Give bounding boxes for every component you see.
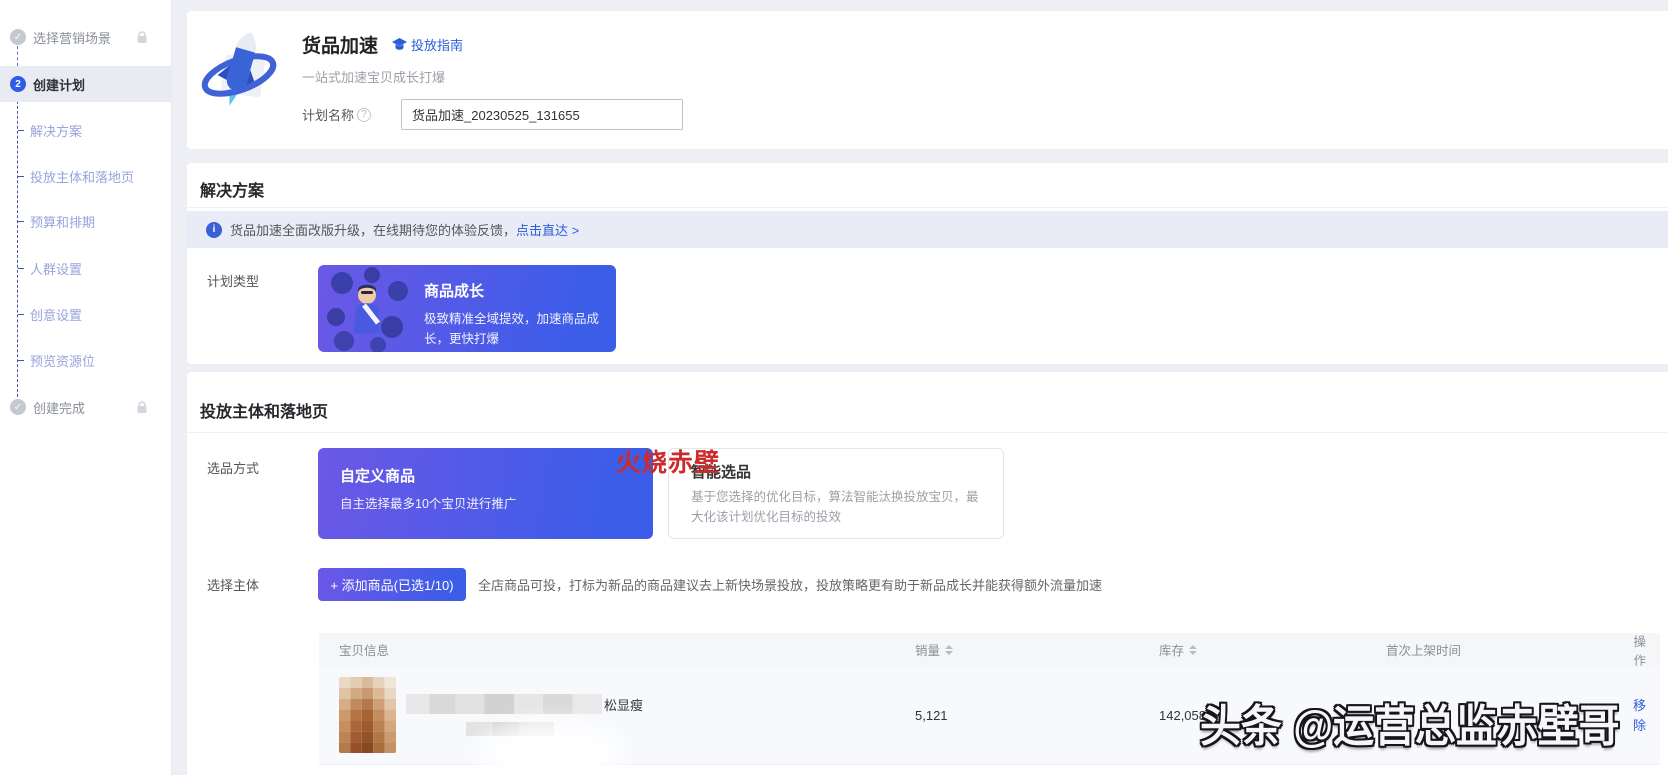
sidebar-step-select-scene: ✓ 选择营销场景 — [0, 22, 172, 52]
column-header-stock: 库存 — [1159, 640, 1386, 659]
custom-card-desc: 自主选择最多10个宝贝进行推广 — [340, 497, 517, 511]
sidebar-step-create-done: ✓ 创建完成 — [0, 392, 172, 422]
watermark-bottom: 头条 @运营总监赤壁哥 — [1200, 702, 1620, 751]
sidebar-substep-solution[interactable]: 解决方案 — [0, 120, 172, 140]
main-content: 货品加速 投放指南 一站式加速宝贝成长打爆 计划名称 ? 解决方案 i — [176, 0, 1668, 775]
sidebar-substep-creative[interactable]: 创意设置 — [0, 304, 172, 324]
product-title-visible: 松显瘦 — [604, 697, 644, 713]
solution-card: 解决方案 i 货品加速全面改版升级，在线期待您的体验反馈， 点击直达 > 计划类… — [187, 163, 1668, 364]
upgrade-notice-bar: i 货品加速全面改版升级，在线期待您的体验反馈， 点击直达 > — [187, 211, 1668, 248]
pick-method-label: 选品方式 — [207, 461, 260, 476]
check-icon: ✓ — [10, 29, 26, 45]
sort-icon[interactable] — [945, 644, 954, 655]
notice-text: 货品加速全面改版升级，在线期待您的体验反馈， — [230, 223, 517, 238]
graduation-cap-icon — [392, 38, 408, 50]
stock-value: 142,058 — [1159, 707, 1206, 723]
lock-icon — [137, 30, 147, 43]
pick-method-card-custom[interactable]: 自定义商品 自主选择最多10个宝贝进行推广 — [318, 448, 653, 539]
page-subtitle: 一站式加速宝贝成长打爆 — [302, 70, 446, 85]
section-title-placement: 投放主体和落地页 — [200, 404, 329, 421]
section-title-solution: 解决方案 — [200, 183, 265, 200]
steps-sidebar: ✓ 选择营销场景 2 创建计划 解决方案 投放主体和落地页 预算和排期 人群设置… — [0, 0, 172, 775]
step-number-icon: 2 — [10, 76, 26, 92]
product-thumbnail — [339, 677, 396, 753]
add-product-button[interactable]: + 添加商品(已选1/10) — [318, 568, 466, 601]
censored-subtitle-mosaic — [466, 722, 554, 736]
campaign-header-card: 货品加速 投放指南 一站式加速宝贝成长打爆 计划名称 ? — [187, 11, 1668, 149]
page: ✓ 选择营销场景 2 创建计划 解决方案 投放主体和落地页 预算和排期 人群设置… — [0, 0, 1668, 775]
guide-link[interactable]: 投放指南 — [392, 35, 463, 54]
plan-type-card-desc: 极致精准全域提效，加速商品成长，更快打爆 — [424, 312, 600, 346]
plan-type-card-title: 商品成长 — [424, 283, 485, 300]
custom-card-title: 自定义商品 — [340, 468, 416, 485]
plan-type-label: 计划类型 — [207, 274, 260, 289]
add-product-hint: 全店商品可投，打标为新品的商品建议去上新快场景投放，投放策略更有助于新品成长并能… — [478, 578, 1103, 593]
smart-card-title: 智能选品 — [691, 464, 752, 481]
help-icon[interactable]: ? — [357, 107, 372, 122]
sidebar-substep-placement[interactable]: 投放主体和落地页 — [0, 166, 172, 186]
remove-link[interactable]: 移除 — [1633, 698, 1646, 733]
watermark-red: 火烧赤壁 — [616, 449, 721, 477]
lock-icon — [137, 400, 147, 413]
check-icon: ✓ — [10, 399, 26, 415]
column-header-action: 操作 — [1633, 634, 1646, 668]
column-header-sales: 销量 — [915, 640, 1159, 659]
censored-title-mosaic — [406, 694, 602, 714]
column-header-first-listed: 首次上架时间 — [1386, 644, 1462, 658]
plan-name-label: 计划名称 ? — [302, 105, 372, 124]
column-header-item-info: 宝贝信息 — [339, 644, 390, 658]
person-illustration — [327, 267, 408, 352]
info-icon: i — [206, 221, 222, 238]
page-title: 货品加速 — [302, 36, 379, 57]
product-info: 松显瘦 — [406, 694, 644, 775]
sidebar-step-create-plan[interactable]: 2 创建计划 — [0, 66, 172, 102]
sidebar-substep-audience[interactable]: 人群设置 — [0, 258, 172, 278]
rocket-icon — [201, 32, 277, 106]
divider — [187, 207, 1668, 208]
divider — [187, 432, 1668, 433]
sidebar-substep-preview-slots[interactable]: 预览资源位 — [0, 350, 172, 370]
notice-direct-link[interactable]: 点击直达 > — [516, 220, 579, 239]
product-table-header: 宝贝信息 销量 库存 首次上架时间 操作 — [319, 633, 1660, 668]
sort-icon[interactable] — [1189, 644, 1198, 655]
sales-value: 5,121 — [915, 707, 948, 723]
plan-type-card-product-growth[interactable]: 商品成长 极致精准全域提效，加速商品成长，更快打爆 — [318, 265, 616, 352]
smart-card-desc: 基于您选择的优化目标，算法智能汰换投放宝贝，最大化该计划优化目标的投效 — [691, 490, 979, 524]
plan-name-input[interactable] — [401, 99, 684, 130]
select-subject-label: 选择主体 — [207, 578, 260, 593]
sidebar-substep-budget-schedule[interactable]: 预算和排期 — [0, 211, 172, 231]
